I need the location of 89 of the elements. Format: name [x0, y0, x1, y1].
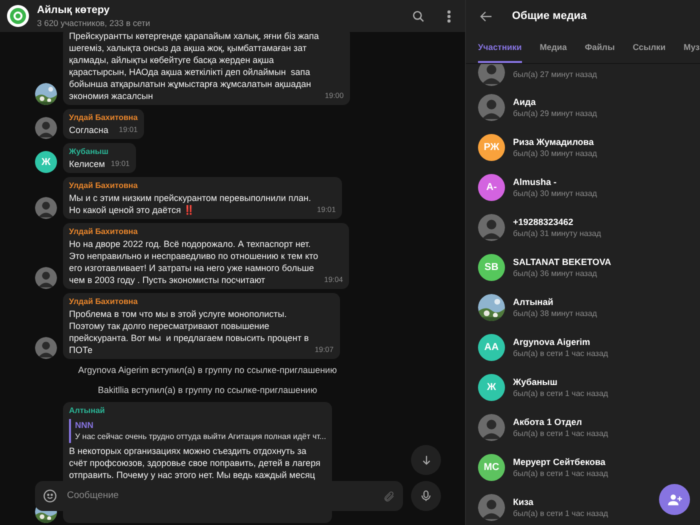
avatar [478, 494, 505, 520]
author-name: Улдай Бахитовна [69, 112, 138, 124]
member-status: был(а) в сети 1 час назад [513, 388, 608, 398]
back-arrow-icon[interactable] [480, 10, 492, 22]
avatar [35, 117, 57, 139]
avatar: SB [478, 254, 505, 280]
message-input[interactable]: Сообщение [35, 481, 403, 511]
tab[interactable]: Ссылки [632, 33, 666, 63]
member-row[interactable]: +19288323462 был(а) 31 минуту назад [466, 207, 700, 247]
member-name: SALTANAT BEKETOVA [513, 256, 612, 268]
message-text: Прейскурантты көтергенде қарапайым халық, яғни біз жапа шегеміз, халықта онсыз да ақша жоқ, қымбаттамаған зат қалмады, айлықты көбейтуге басқа жерден ақша қарастырсын, НАОда ақша жеткілікті деп ойлаймын sапа бойынша атқарылатын жұмыстарға жұмсалатын ақшадан экономия жасалсын [69, 32, 319, 102]
avatar [478, 414, 505, 440]
member-name: Меруерт Сейтбекова [513, 456, 606, 468]
paperclip-icon[interactable] [383, 490, 395, 502]
member-row[interactable]: AA Argynova Aigerim был(а) в сети 1 час назад [466, 327, 700, 367]
author-name: Жубаныш [69, 146, 110, 158]
avatar [35, 197, 57, 219]
member-status: был(а) в сети 1 час назад [513, 348, 608, 358]
tab[interactable]: Медиа [540, 33, 567, 63]
member-status: был(а) 38 минут назад [513, 308, 597, 318]
avatar: A- [478, 174, 505, 200]
member-row[interactable]: SB SALTANAT BEKETOVA был(а) 36 минут назад [466, 247, 700, 287]
search-icon[interactable] [412, 10, 425, 22]
author-name: Улдай Бахитовна [69, 296, 139, 308]
member-status: был(а) 30 минут назад [513, 148, 597, 158]
microphone-icon [420, 489, 432, 503]
member-status: был(а) в сети 1 час назад [513, 508, 608, 518]
author-name: Алтынай [69, 405, 106, 417]
member-status: был(а) 30 минут назад [513, 188, 597, 198]
member-status: был(а) в сети 1 час назад [513, 428, 608, 438]
member-name: Аида [513, 96, 537, 108]
avatar [478, 64, 505, 86]
more-icon[interactable] [447, 10, 451, 22]
author-name: Улдай Бахитовна [69, 226, 139, 238]
member-row[interactable]: Киза был(а) в сети 1 час назад [466, 487, 700, 525]
member-row[interactable]: был(а) 27 минут назад [466, 64, 700, 87]
scroll-down-button[interactable] [411, 445, 441, 475]
avatar: Ж [35, 151, 57, 173]
avatar: Ж [478, 374, 505, 400]
group-logo-icon [7, 5, 29, 27]
member-row[interactable]: Аида был(а) 29 минут назад [466, 87, 700, 127]
avatar [478, 214, 505, 240]
avatar [35, 267, 57, 289]
member-name: Киза [513, 496, 534, 508]
member-status: был(а) 31 минуту назад [513, 228, 602, 238]
author-name: Улдай Бахитовна [69, 180, 139, 192]
message-field[interactable]: Сообщение [67, 488, 373, 504]
member-row[interactable]: Ж Жубаныш был(а) в сети 1 час назад [466, 367, 700, 407]
chat-subtitle: 3 620 участников, 233 в сети [37, 16, 152, 28]
service-message: Bakitllia вступил(а) в группу по ссылке-приглашению [98, 384, 318, 397]
tab[interactable]: Файлы [584, 33, 615, 63]
member-row[interactable]: МС Меруерт Сейтбекова был(а) в сети 1 час назад [466, 447, 700, 487]
reply-text: У нас сейчас очень трудно оттуда выйти Агитация полная идёт чт... [75, 431, 326, 443]
member-name: +19288323462 [513, 216, 574, 228]
arrow-down-icon [420, 454, 432, 466]
member-name: Алтынай [513, 296, 554, 308]
message-text: Мы и с этим низким прейскурантом перевыполнили план. Но какой ценой это даётся ‼ [69, 192, 311, 216]
reply-author: NNN [75, 419, 94, 431]
member-name: Акбота 1 Отдел [513, 416, 583, 428]
panel-title: Общие медиа [512, 8, 587, 24]
add-member-button[interactable] [659, 484, 690, 515]
avatar: AA [478, 334, 505, 360]
member-row[interactable]: Алтынай был(а) 38 минут назад [466, 287, 700, 327]
message-text: Проблема в том что мы в этой услуге монополисты. Поэтому так долго пересматривают повышение прейскуранта. Вот мы и предлагаем повысить процент в ПОТе [69, 308, 309, 356]
avatar [478, 94, 505, 120]
add-user-icon [668, 494, 682, 506]
member-status: был(а) 29 минут назад [513, 108, 597, 118]
member-status: был(а) в сети 1 час назад [513, 468, 608, 478]
microphone-button[interactable] [411, 481, 441, 511]
avatar [35, 337, 57, 359]
member-row[interactable]: Акбота 1 Отдел был(а) в сети 1 час назад [466, 407, 700, 447]
member-name: Жубаныш [513, 376, 558, 388]
avatar: РЖ [478, 134, 505, 160]
service-message: Argynova Aigerim вступил(а) в группу по ссылке-приглашению [78, 364, 337, 377]
member-name: Argynova Aigerim [513, 336, 592, 348]
message-text: Согласна [69, 124, 108, 136]
member-status: был(а) 27 минут назад [513, 69, 597, 80]
tab[interactable]: Муз [684, 33, 700, 63]
member-row[interactable]: РЖ Риза Жумадилова был(а) 30 минут назад [466, 127, 700, 167]
message-text: Келисем [69, 158, 105, 170]
member-name: Риза Жумадилова [513, 136, 595, 148]
member-status: был(а) 36 минут назад [513, 268, 598, 278]
member-name: Almusha - [513, 176, 558, 188]
avatar: МС [478, 454, 505, 480]
message-text: В некоторых организациях можно съездить отдохнуть за счёт профсоюзов, здоровье свое поправить, детей в лагеря отправить. Почему у нас этого нет. Мы ведь каждый месяц [69, 445, 320, 481]
member-row[interactable]: A- Almusha - был(а) 30 минут назад [466, 167, 700, 207]
emoji-icon[interactable] [43, 489, 57, 503]
message-text: Но на дворе 2022 год. Всё подорожало. А техпаспорт нет. Это неправильно и несправедливо по отношению к тем кто его изготавливает! И затраты на него уже намного больше чем в 2003 году . Пусть экономисты посчитают [69, 238, 318, 286]
chat-title: Айлық көтеру [37, 4, 111, 16]
